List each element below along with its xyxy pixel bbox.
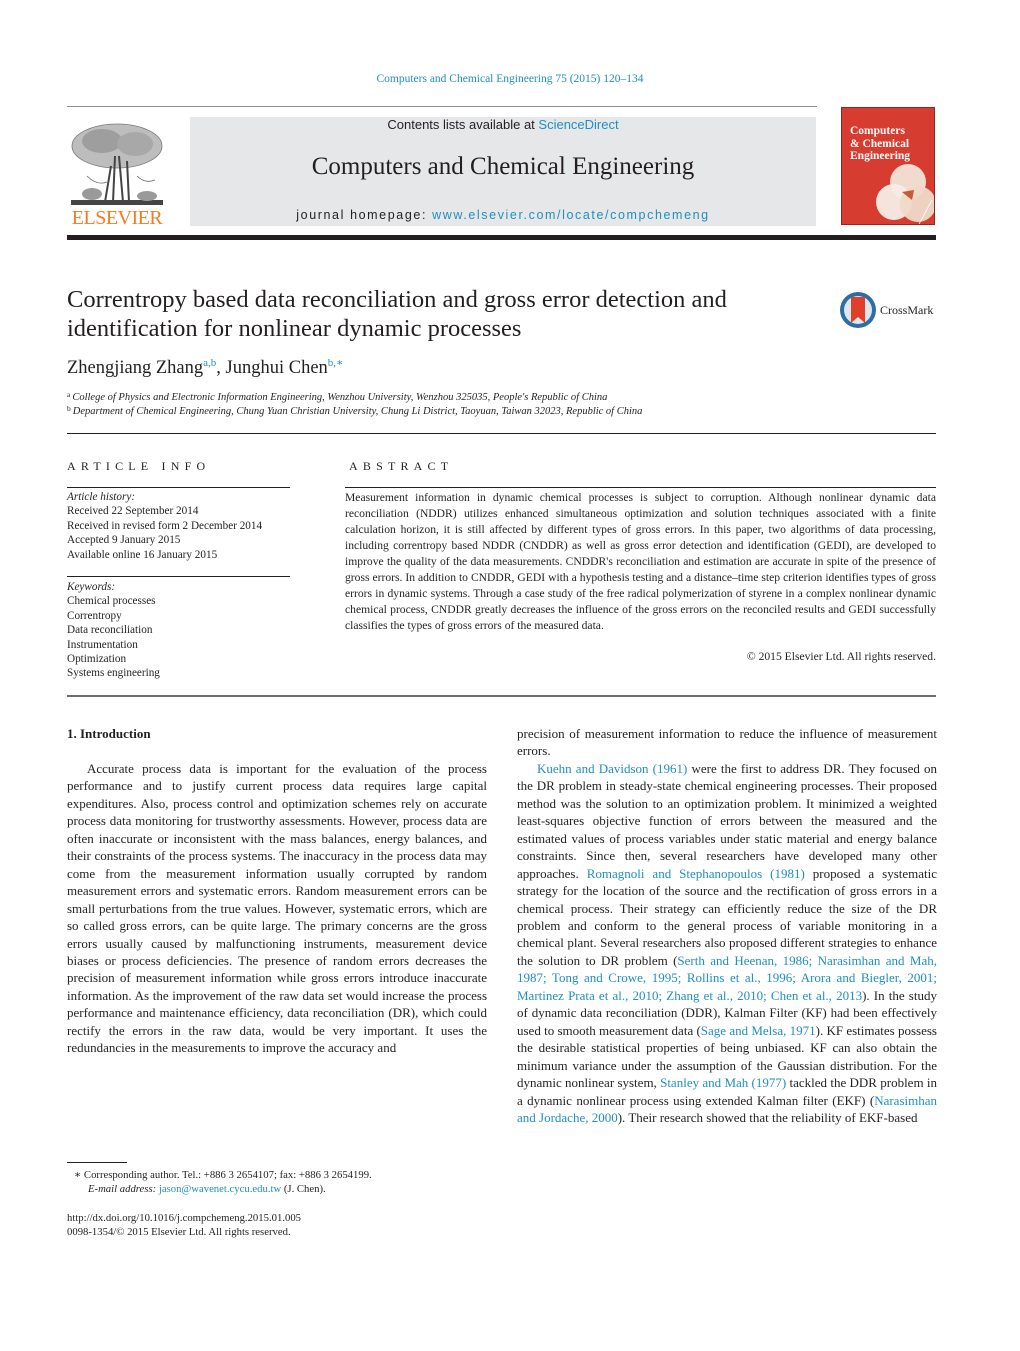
header-thick-divider	[67, 235, 936, 240]
author-affiliation-marker[interactable]: a,b	[203, 357, 216, 369]
email-suffix: (J. Chen).	[281, 1183, 326, 1195]
contents-line: Contents lists available at ScienceDirec…	[190, 117, 816, 132]
author-list: Zhengjiang Zhanga,b, Junghui Chenb,∗	[67, 356, 344, 379]
body-paragraph: Accurate process data is important for t…	[67, 761, 487, 1056]
crossmark-icon	[840, 292, 876, 328]
body-column-right: precision of measurement information to …	[517, 725, 937, 1126]
history-item: Accepted 9 January 2015	[67, 534, 181, 547]
history-item: Received in revised form 2 December 2014	[67, 519, 263, 532]
journal-cover-thumbnail[interactable]: Computers & Chemical Engineering	[841, 107, 935, 225]
journal-citation-link[interactable]: Computers and Chemical Engineering 75 (2…	[0, 73, 1020, 85]
keyword-item: Chemical processes	[67, 595, 156, 608]
issn-copyright: 0098-1354/© 2015 Elsevier Ltd. All right…	[67, 1226, 291, 1238]
divider	[67, 433, 936, 434]
article-history: Article history: Received 22 September 2…	[67, 490, 262, 562]
reference-link[interactable]: Stanley and Mah (1977)	[660, 1075, 786, 1090]
journal-banner: Contents lists available at ScienceDirec…	[190, 117, 816, 226]
keywords-heading: Keywords:	[67, 581, 116, 593]
email-label: E-mail address:	[88, 1183, 159, 1195]
divider	[67, 576, 290, 577]
article-info-heading: ARTICLE INFO	[67, 459, 211, 473]
journal-homepage: journal homepage: www.elsevier.com/locat…	[190, 208, 816, 222]
affiliation-a: a College of Physics and Electronic Infor…	[67, 390, 607, 403]
email-link[interactable]: jason@wavenet.cycu.edu.tw	[159, 1183, 281, 1195]
homepage-link[interactable]: www.elsevier.com/locate/compchemeng	[432, 208, 710, 222]
doi-link[interactable]: http://dx.doi.org/10.1016/j.compchemeng.…	[67, 1212, 301, 1224]
sciencedirect-link[interactable]: ScienceDirect	[538, 117, 618, 132]
article-title: Correntropy based data reconciliation an…	[67, 286, 727, 342]
history-heading: Article history:	[67, 491, 136, 503]
abstract-copyright: © 2015 Elsevier Ltd. All rights reserved…	[746, 650, 936, 663]
affiliation-text: College of Physics and Electronic Inform…	[72, 392, 608, 403]
divider	[67, 695, 936, 697]
author-name[interactable]: Zhengjiang Zhang	[67, 358, 203, 378]
crossmark-label: CrossMark	[880, 303, 934, 317]
abstract-heading: ABSTRACT	[349, 459, 454, 473]
keyword-item: Data reconciliation	[67, 624, 153, 637]
elsevier-tree-icon	[71, 123, 163, 205]
history-item: Received 22 September 2014	[67, 505, 199, 518]
corresponding-author-note: ∗ Corresponding author. Tel.: +886 3 265…	[74, 1169, 372, 1181]
footnote-divider	[67, 1162, 127, 1163]
top-divider	[67, 106, 817, 107]
crossmark-button[interactable]: CrossMark	[839, 291, 939, 329]
email-note: E-mail address: jason@wavenet.cycu.edu.t…	[88, 1183, 326, 1195]
homepage-prefix: journal homepage:	[296, 208, 433, 222]
keyword-item: Optimization	[67, 653, 127, 666]
author-name[interactable]: Junghui Chen	[226, 358, 328, 378]
affiliation-label: a	[67, 390, 71, 399]
elsevier-logo[interactable]: ELSEVIER	[67, 116, 167, 229]
affiliation-label: b	[67, 404, 71, 413]
affiliation-text: Department of Chemical Engineering, Chun…	[72, 406, 643, 417]
keyword-item: Systems engineering	[67, 667, 160, 680]
author-affiliation-marker[interactable]: b,∗	[328, 357, 344, 369]
reference-link[interactable]: Romagnoli and Stephanopoulos (1981)	[587, 866, 805, 881]
contents-prefix: Contents lists available at	[387, 117, 539, 132]
keyword-item: Instrumentation	[67, 638, 138, 651]
cover-title: Computers & Chemical Engineering	[850, 125, 911, 162]
reference-link[interactable]: Sage and Melsa, 1971	[701, 1023, 816, 1038]
cover-venn-icon	[876, 164, 934, 224]
affiliation-b: b Department of Chemical Engineering, Chu…	[67, 404, 642, 417]
body-paragraph: Kuehn and Davidson (1961) were the first…	[517, 760, 937, 1127]
keywords: Keywords: Chemical processes Correntropy…	[67, 580, 160, 681]
elsevier-wordmark: ELSEVIER	[71, 207, 163, 229]
author-separator: ,	[216, 358, 226, 378]
abstract-text: Measurement information in dynamic chemi…	[345, 491, 936, 632]
journal-name: Computers and Chemical Engineering	[311, 153, 695, 180]
divider	[67, 487, 290, 488]
body-text: ). Their research showed that the reliab…	[617, 1109, 918, 1125]
reference-link[interactable]: Kuehn and Davidson (1961)	[537, 761, 687, 776]
body-text: were the first to address DR. They focus…	[517, 760, 937, 881]
keyword-item: Correntropy	[67, 609, 122, 622]
body-paragraph: precision of measurement information to …	[517, 726, 937, 759]
section-heading-introduction: 1. Introduction	[67, 726, 151, 741]
divider	[345, 487, 936, 488]
body-column-left: Accurate process data is important for t…	[67, 760, 487, 1057]
history-item: Available online 16 January 2015	[67, 548, 218, 561]
